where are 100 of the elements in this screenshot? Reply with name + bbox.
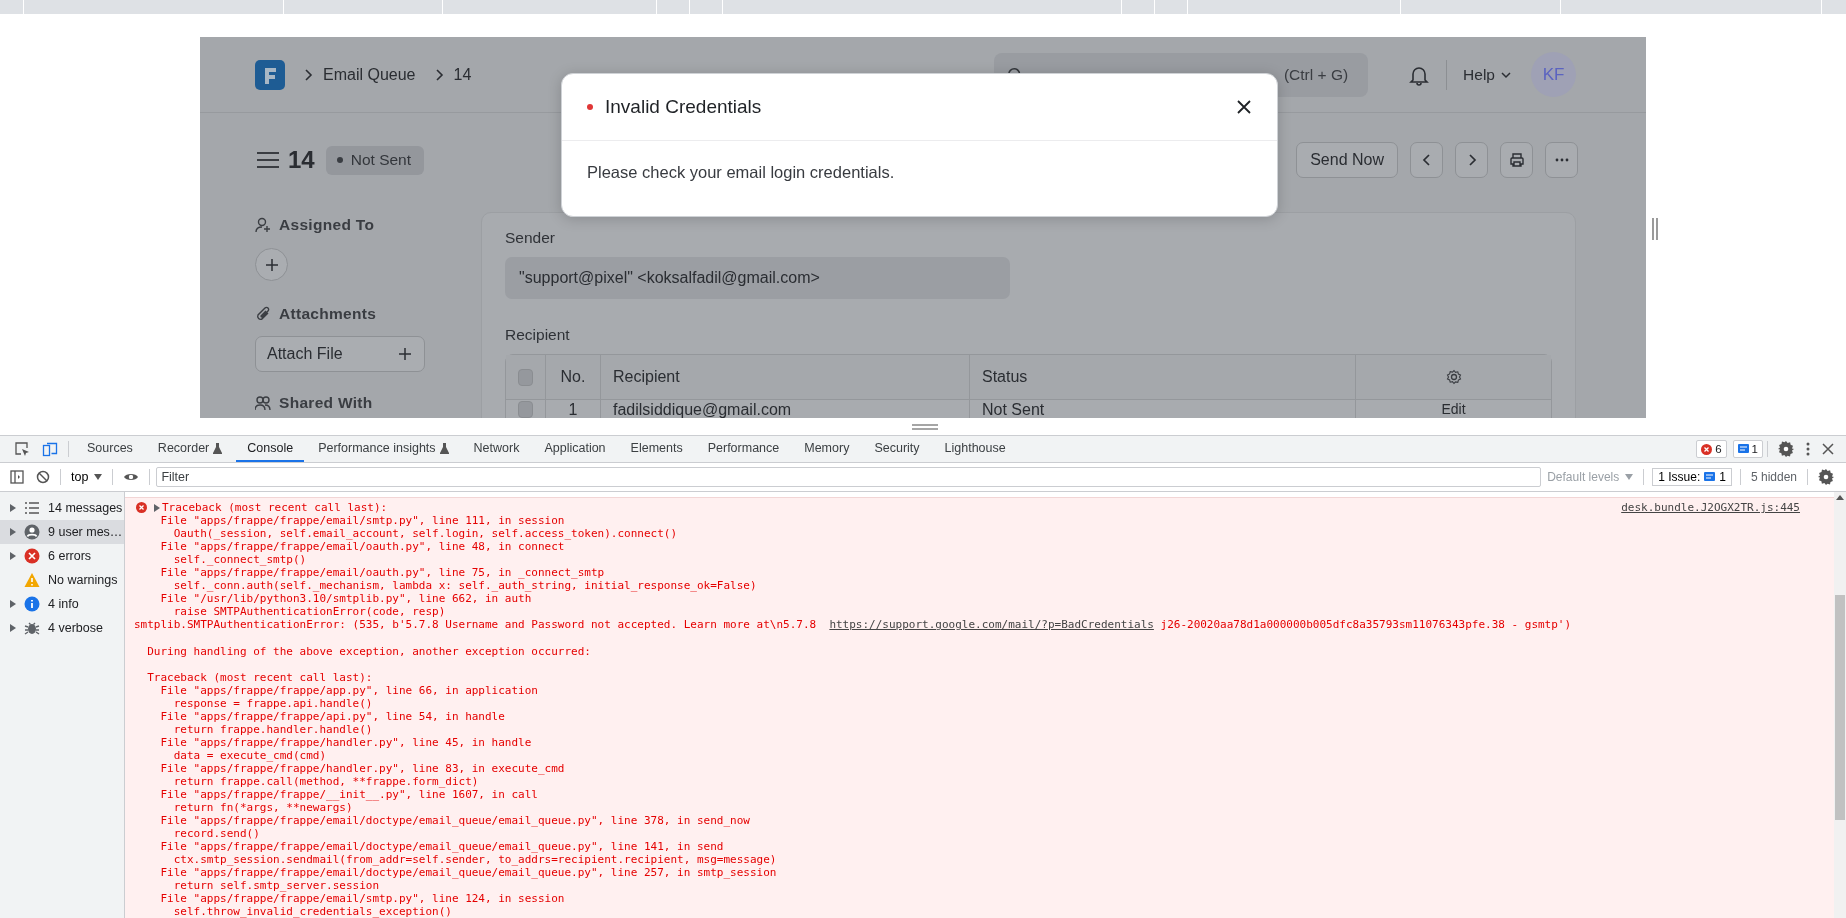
tab[interactable]: Application (533, 436, 617, 462)
console-text: response = frappe.api.handle() (172, 696, 374, 710)
tab[interactable]: Network (462, 436, 531, 462)
expand-arrow-icon (10, 552, 16, 560)
resize-handle-icon[interactable] (1652, 218, 1658, 240)
checkbox[interactable] (518, 401, 533, 418)
settings-icon[interactable] (1778, 441, 1794, 457)
issues-button[interactable]: 1 Issue: 1 (1652, 468, 1732, 486)
user-icon (24, 524, 40, 540)
console-text: smtplib.SMTPAuthenticationError: (535, b'5.7.8 Username and Password not accepted. Learn more at\n5.7.8 https://support.google.com/mail/?p=BadCredentials j26-20020aa78d1a000000b005dfc8a35793sm11076343pfe.38 - gsmtp') (134, 618, 1573, 632)
print-icon (1508, 152, 1525, 168)
status-badge: Not Sent (325, 145, 424, 175)
console-text: raise SMTPAuthenticationError(code, resp) (172, 605, 447, 619)
more-icon[interactable] (1806, 441, 1810, 457)
close-icon (1237, 100, 1251, 114)
console-text: File "apps/frappe/frappe/email/doctype/email_queue/email_queue.py", line 141, in send (159, 840, 725, 854)
sidebar-item[interactable]: 14 messages (0, 496, 124, 520)
console-text: Traceback (most recent call last): (146, 670, 374, 684)
caret-icon (1501, 70, 1511, 79)
context-dropdown[interactable]: top (65, 470, 109, 484)
message-count-badge[interactable]: 1 (1732, 440, 1763, 458)
dialog-message: Please check your email login credentials. (586, 162, 896, 183)
message-icon (1737, 443, 1749, 455)
tab[interactable]: Performance (696, 436, 791, 462)
tab[interactable]: Security (863, 436, 931, 462)
console-text: File "apps/frappe/frappe/api.py", line 54, in handle (159, 709, 506, 723)
tab[interactable]: Recorder (146, 436, 234, 462)
tab[interactable]: Lighthouse (933, 436, 1017, 462)
help-menu[interactable]: Help (1463, 65, 1511, 84)
console-text: Oauth(_session, self.email_account, self.login, self.access_token).connect() (172, 527, 679, 541)
previous-button[interactable] (1410, 142, 1443, 178)
clear-icon[interactable] (36, 470, 50, 484)
hidden-count: 5 hidden (1749, 470, 1798, 484)
tab[interactable]: Memory (793, 436, 861, 462)
error-icon (136, 502, 147, 513)
flask-icon (213, 442, 223, 454)
breadcrumb-link[interactable]: 14 (453, 65, 472, 84)
expand-arrow-icon (10, 624, 16, 632)
source-link[interactable]: desk.bundle.J2OGX2TR.js:445 (1621, 501, 1800, 515)
console-text: File "apps/frappe/frappe/__init__.py", line 1607, in call (159, 788, 539, 802)
settings-icon[interactable] (1445, 369, 1462, 385)
console-text: return frappe.call(method, **frappe.form_dict) (172, 775, 480, 789)
url-link[interactable]: https://support.google.com/mail/?p=BadCredentials (829, 618, 1154, 632)
plus-icon (398, 347, 412, 361)
error-icon (1701, 443, 1713, 455)
sender-field[interactable]: "support@pixel" <koksalfadil@gmail.com> (505, 257, 1010, 299)
console-text: File "apps/frappe/frappe/handler.py", line 83, in execute_cmd (159, 761, 566, 775)
breadcrumb-link[interactable]: Email Queue (323, 65, 416, 84)
tab[interactable]: Elements (619, 436, 694, 462)
eye-icon[interactable] (123, 471, 140, 483)
column-header: Status (970, 355, 1356, 399)
sidebar-toggle-icon[interactable] (10, 470, 24, 484)
console-text: self._conn.auth(self._mechanism, lambda x: self._auth_string, initial_response_ok=False) (172, 579, 758, 593)
menu-icon[interactable] (256, 151, 280, 169)
attach-file-button[interactable]: Attach File (255, 336, 425, 372)
error-icon (24, 548, 40, 564)
sidebar-item[interactable]: 4 verbose (0, 616, 124, 640)
add-button[interactable] (255, 248, 288, 281)
console-text: File "apps/frappe/frappe/email/oauth.py", line 48, in connect (159, 540, 566, 554)
console-text: self.throw_invalid_credentials_exception() (172, 905, 453, 918)
error-count-badge[interactable]: 6 (1696, 440, 1727, 458)
paperclip-icon (255, 306, 271, 322)
assign-icon (255, 217, 271, 233)
sidebar-item[interactable]: 6 errors (0, 544, 124, 568)
console-text: File "apps/frappe/frappe/email/doctype/email_queue/email_queue.py", line 378, in send_now (159, 814, 751, 828)
scroll-thumb[interactable] (1835, 595, 1845, 820)
console-text: File "apps/frappe/frappe/email/smtp.py", line 111, in session (159, 514, 566, 528)
scroll-up-icon[interactable] (1836, 495, 1844, 500)
caret-icon (94, 474, 103, 480)
sidebar-item[interactable]: 9 user mes… (0, 520, 124, 544)
edit-link[interactable]: Edit (1441, 401, 1466, 417)
column-header: Recipient (601, 355, 970, 399)
console-text: record.send() (172, 827, 261, 841)
tab[interactable]: Console (236, 436, 305, 462)
tab[interactable]: Performance insights (307, 436, 460, 462)
scrollbar[interactable] (1834, 492, 1846, 918)
sidebar-item[interactable]: 4 info (0, 592, 124, 616)
inspect-icon[interactable] (14, 441, 30, 457)
next-button[interactable] (1455, 142, 1488, 178)
message-icon (1704, 471, 1716, 483)
expand-arrow-icon[interactable] (154, 503, 160, 512)
print-button[interactable] (1500, 142, 1533, 178)
bug-icon (24, 620, 40, 636)
resize-handle-icon[interactable] (912, 424, 938, 430)
close-icon[interactable] (1822, 443, 1834, 455)
settings-icon[interactable] (1818, 469, 1834, 485)
logo-icon[interactable] (255, 59, 285, 90)
list-icon (24, 500, 40, 516)
send-now-button[interactable]: Send Now (1296, 142, 1398, 178)
field-label: Recipient (505, 326, 571, 344)
checkbox[interactable] (518, 368, 533, 386)
flask-icon (439, 442, 449, 454)
console-text: return frappe.handler.handle() (172, 722, 374, 736)
device-icon[interactable] (42, 441, 58, 457)
sidebar-item[interactable]: No warnings (0, 568, 124, 592)
filter-field[interactable]: Filter (156, 467, 1542, 487)
console-text: File "/usr/lib/python3.10/smtplib.py", line 662, in auth (159, 592, 533, 606)
tab[interactable]: Sources (76, 436, 144, 462)
plus-icon (264, 257, 279, 272)
console-text: Traceback (most recent call last): (162, 501, 388, 515)
